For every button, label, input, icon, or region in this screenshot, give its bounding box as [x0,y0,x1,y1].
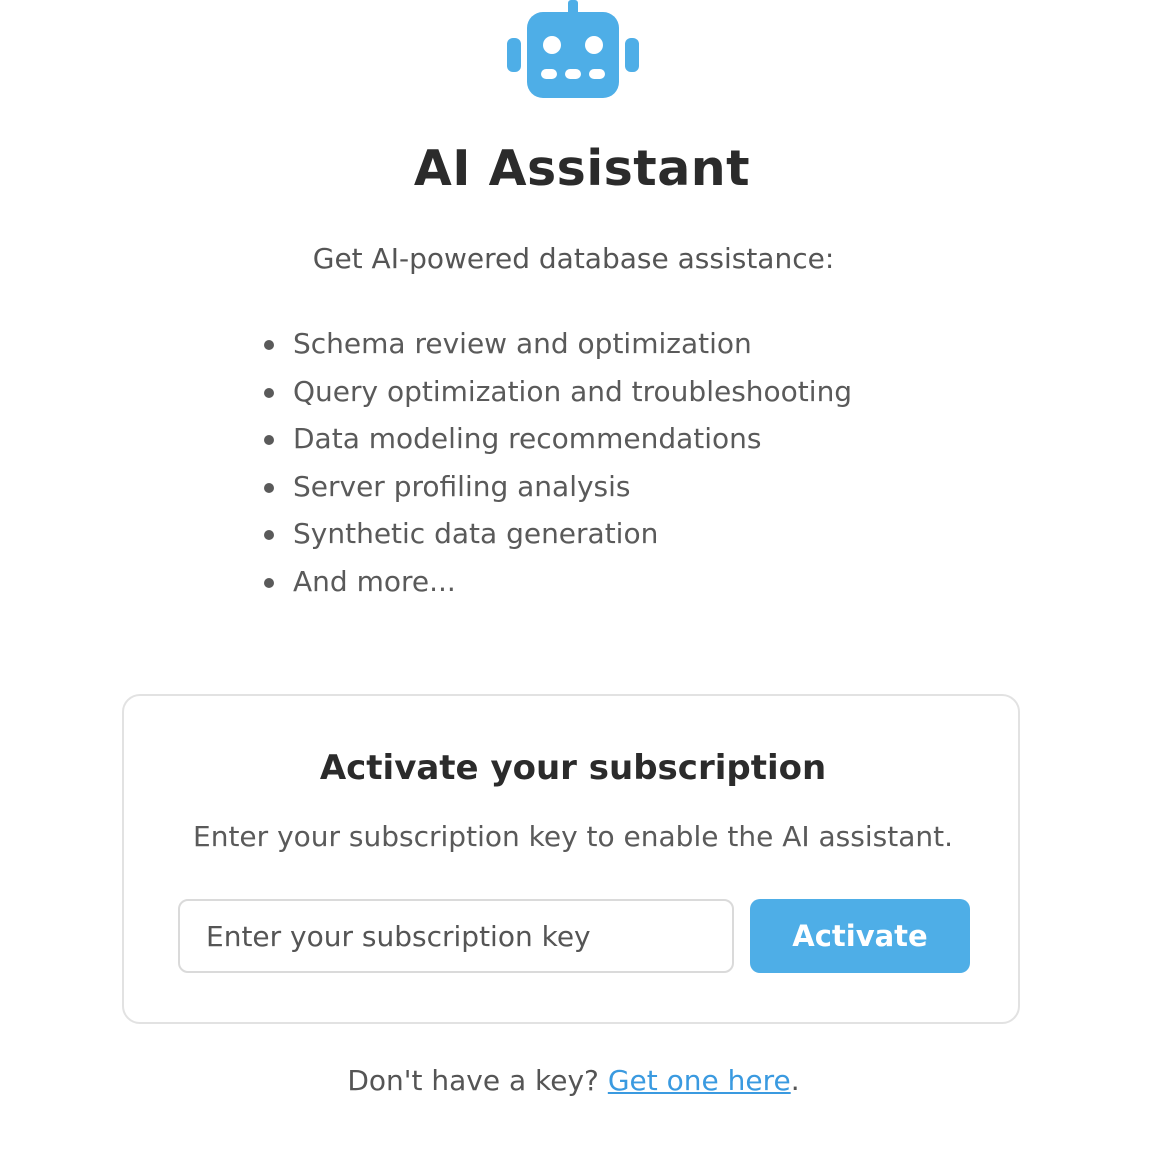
activation-card: Activate your subscription Enter your su… [122,694,1020,1024]
activate-button[interactable]: Activate [750,899,970,973]
feature-item: Query optimization and troubleshooting [260,370,852,418]
intro-text: Get AI-powered database assistance: [312,242,835,275]
feature-item: Schema review and optimization [260,322,852,370]
footer-suffix: . [790,1064,800,1097]
get-key-link[interactable]: Get one here [608,1064,791,1097]
page-title: AI Assistant [413,140,751,197]
robot-icon [507,0,639,98]
feature-item: Server profiling analysis [260,465,852,513]
feature-item: Synthetic data generation [260,512,852,560]
feature-list: Schema review and optimization Query opt… [260,322,852,607]
footer-text: Don't have a key? Get one here. [0,1064,1147,1097]
feature-item: And more... [260,560,852,608]
subscription-key-input[interactable] [178,899,734,973]
footer-prefix: Don't have a key? [347,1064,608,1097]
feature-item: Data modeling recommendations [260,417,852,465]
activation-title: Activate your subscription [319,748,827,788]
activation-description: Enter your subscription key to enable th… [193,820,953,853]
